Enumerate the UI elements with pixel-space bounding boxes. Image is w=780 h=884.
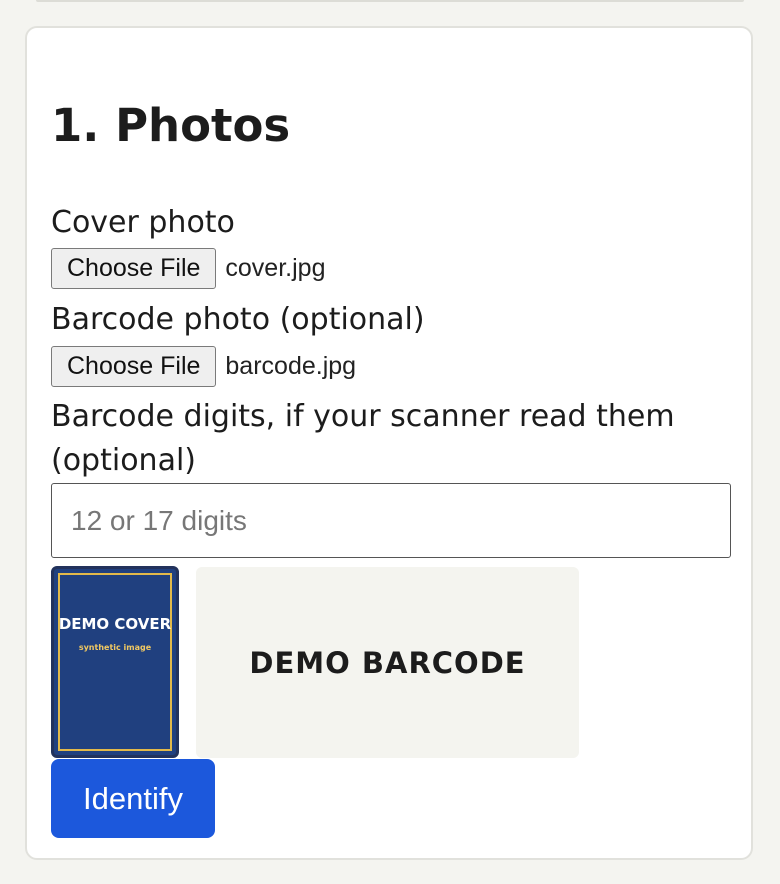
cover-preview-subtitle: synthetic image (78, 643, 152, 652)
barcode-preview-image: DEMO BARCODE (196, 567, 579, 758)
section-title: 1. Photos (51, 99, 291, 152)
cover-preview-title: DEMO COVER (58, 615, 172, 633)
photos-section-card: 1. Photos Cover photo Choose File cover.… (25, 26, 753, 860)
barcode-digits-label: Barcode digits, if your scanner read the… (51, 395, 675, 483)
barcode-digits-label-line1: Barcode digits, if your scanner read the… (51, 399, 675, 434)
identify-button[interactable]: Identify (51, 759, 215, 838)
barcode-file-name: barcode.jpg (225, 351, 357, 380)
barcode-preview-title: DEMO BARCODE (249, 645, 526, 680)
cover-preview-image: DEMO COVER synthetic image (51, 566, 179, 758)
previous-section-edge (36, 0, 744, 2)
cover-photo-label: Cover photo (51, 205, 235, 240)
cover-choose-file-button[interactable]: Choose File (51, 247, 217, 289)
cover-file-name: cover.jpg (225, 253, 326, 282)
cover-preview-frame (58, 573, 172, 751)
barcode-digits-input[interactable] (51, 483, 731, 558)
barcode-choose-file-button[interactable]: Choose File (51, 345, 217, 387)
barcode-photo-file-input: Choose File barcode.jpg (51, 345, 356, 387)
cover-photo-file-input: Choose File cover.jpg (51, 247, 325, 289)
barcode-digits-label-line2: (optional) (51, 443, 196, 478)
barcode-photo-label: Barcode photo (optional) (51, 302, 425, 337)
